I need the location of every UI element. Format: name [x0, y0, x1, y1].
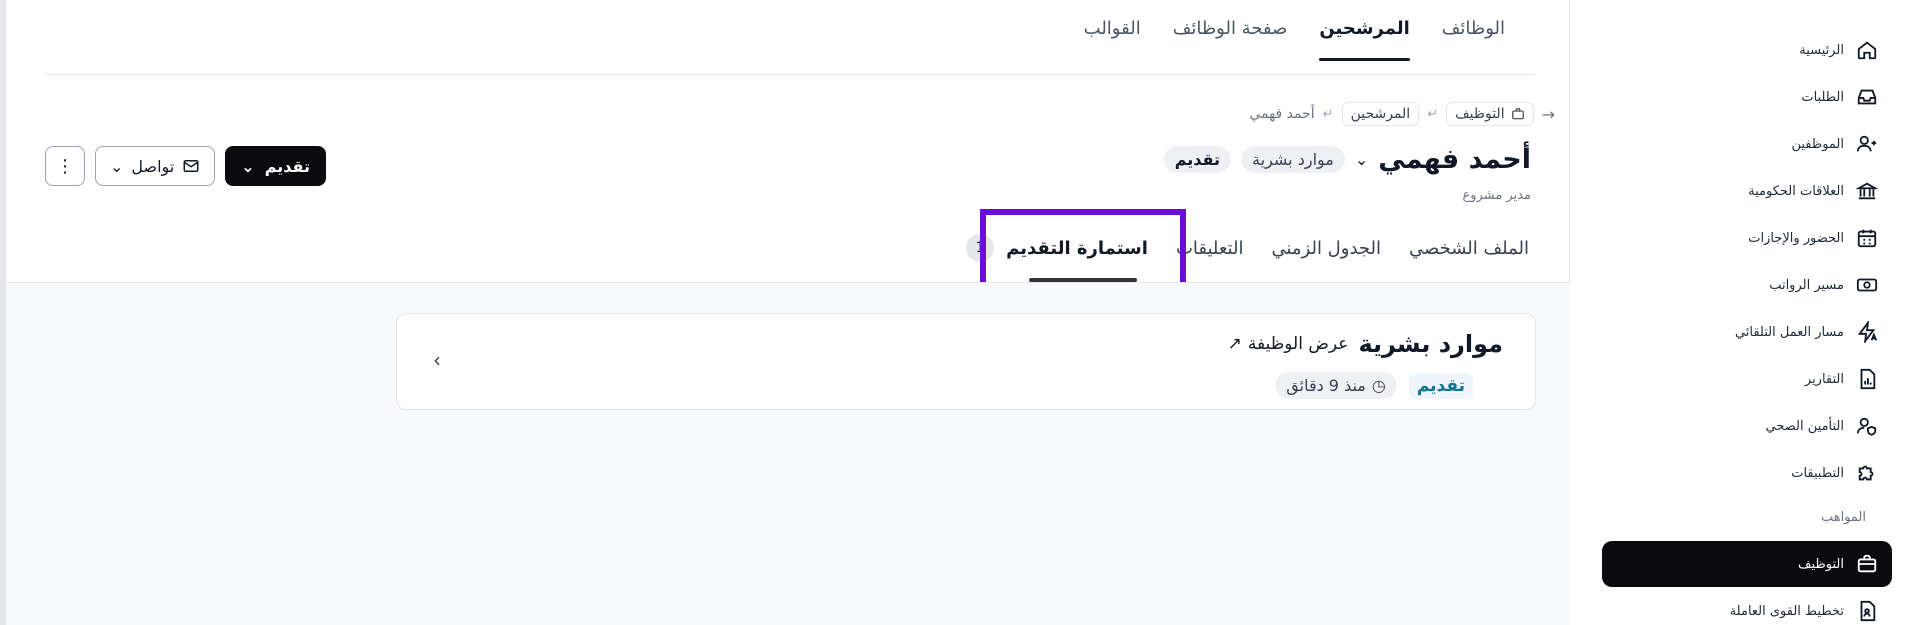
sidebar-item-label: مسير الرواتب: [1769, 277, 1844, 293]
application-stage: تقديم: [1408, 372, 1473, 399]
application-card-meta: تقديم ◷ منذ 9 دقائق: [1275, 372, 1473, 399]
sidebar-item-label: التأمين الصحي: [1765, 418, 1844, 434]
sidebar-item-label: الرئيسية: [1799, 42, 1844, 58]
sidebar-item-payroll[interactable]: مسير الرواتب: [1602, 262, 1892, 308]
puzzle-icon: [1858, 465, 1874, 481]
breadcrumb-recruitment[interactable]: التوظيف: [1446, 102, 1534, 126]
tab-templates[interactable]: القوالب: [1084, 18, 1141, 59]
candidate-actions: ⋮ ⌄ تواصل ⌄ تقديم: [45, 146, 327, 186]
top-tabs: الوظائف المرشحين صفحة الوظائف القوالب: [1084, 18, 1505, 61]
mail-icon: [183, 160, 199, 172]
breadcrumb-separator-icon: ↵: [1322, 106, 1334, 122]
sidebar-item-attendance[interactable]: الحضور والإجازات: [1602, 215, 1892, 261]
chevron-down-icon: ⌄: [241, 156, 255, 176]
chevron-down-icon: ⌄: [110, 156, 124, 176]
briefcase-icon: [1511, 108, 1524, 120]
tab-candidates[interactable]: المرشحين: [1319, 18, 1411, 61]
tab-comments[interactable]: التعليقات: [1176, 238, 1244, 259]
candidate-name: أحمد فهمي: [1378, 144, 1531, 175]
sidebar-item-label: التقارير: [1804, 371, 1844, 387]
chevron-down-icon[interactable]: ⌄: [1355, 150, 1368, 169]
back-arrow-icon[interactable]: →: [1542, 105, 1555, 124]
insurance-icon: [1856, 417, 1877, 436]
tab-profile[interactable]: الملف الشخصي: [1409, 238, 1529, 259]
sidebar-item-automation[interactable]: مسار العمل التلقائي: [1602, 309, 1892, 355]
sidebar-item-recruitment[interactable]: التوظيف: [1602, 541, 1892, 587]
sidebar: الرئيسية الطلبات الموظفين العلاقات الحكو…: [1570, 0, 1906, 625]
calendar-icon: [1857, 229, 1877, 248]
automation-icon: [1857, 321, 1878, 343]
sidebar-item-reports[interactable]: التقارير: [1602, 356, 1892, 402]
inbox-icon: [1857, 89, 1877, 105]
breadcrumb: → التوظيف ↵ المرشحين ↵ أحمد فهمي: [1249, 102, 1555, 126]
external-link-icon: ↗: [1227, 334, 1242, 354]
stage-tag: تقديم: [1163, 146, 1232, 173]
candidate-header: أحمد فهمي ⌄ موارد بشرية تقديم: [1163, 144, 1531, 175]
reports-icon: [1860, 368, 1876, 390]
tab-jobs-page[interactable]: صفحة الوظائف: [1173, 18, 1288, 59]
top-divider: [45, 74, 1535, 75]
sidebar-item-home[interactable]: الرئيسية: [1602, 27, 1892, 73]
breadcrumb-candidates[interactable]: المرشحين: [1341, 102, 1420, 126]
money-icon: [1856, 278, 1878, 292]
sidebar-item-insurance[interactable]: التأمين الصحي: [1602, 403, 1892, 449]
breadcrumb-recruitment-label: التوظيف: [1455, 106, 1505, 122]
tab-timeline[interactable]: الجدول الزمني: [1271, 238, 1381, 259]
workforce-icon: [1860, 600, 1876, 622]
application-card[interactable]: موارد بشرية عرض الوظيفة ↗ تقديم ◷ منذ 9 …: [396, 313, 1536, 410]
contact-button[interactable]: ⌄ تواصل: [95, 146, 216, 186]
briefcase-icon: [1857, 554, 1877, 573]
more-vertical-icon: ⋮: [56, 155, 74, 177]
sidebar-item-employees[interactable]: الموظفين: [1602, 121, 1892, 167]
users-icon: [1856, 135, 1877, 152]
main-content: الوظائف المرشحين صفحة الوظائف القوالب → …: [6, 0, 1570, 625]
sidebar-item-label: العلاقات الحكومية: [1748, 183, 1844, 199]
sidebar-item-label: مسار العمل التلقائي: [1734, 324, 1844, 340]
sidebar-item-label: تخطيط القوى العاملة: [1729, 603, 1844, 619]
sidebar-item-apps[interactable]: التطبيقات: [1602, 450, 1892, 496]
sidebar-item-label: الحضور والإجازات: [1748, 230, 1844, 246]
application-card-title-line: موارد بشرية عرض الوظيفة ↗: [1228, 330, 1503, 358]
contact-label: تواصل: [131, 156, 175, 176]
sidebar-item-label: التطبيقات: [1791, 465, 1844, 481]
sidebar-item-label: التوظيف: [1798, 556, 1844, 572]
stage-action-label: تقديم: [264, 156, 311, 176]
sidebar-item-label: الموظفين: [1791, 136, 1844, 152]
view-job-link[interactable]: عرض الوظيفة ↗: [1228, 334, 1349, 354]
government-icon: [1856, 182, 1878, 200]
more-options-button[interactable]: ⋮: [45, 146, 85, 186]
time-ago: منذ 9 دقائق: [1286, 376, 1366, 395]
stage-action-button[interactable]: ⌄ تقديم: [225, 146, 327, 186]
candidate-job-title: مدير مشروع: [1462, 188, 1531, 203]
clock-icon: ◷: [1371, 376, 1386, 395]
breadcrumb-current: أحمد فهمي: [1249, 106, 1315, 122]
sidebar-item-workforce[interactable]: تخطيط القوى العاملة: [1602, 588, 1892, 625]
department-tag: موارد بشرية: [1241, 146, 1345, 173]
chevron-left-icon[interactable]: ‹: [433, 348, 441, 372]
view-job-label: عرض الوظيفة: [1247, 334, 1349, 354]
sidebar-item-requests[interactable]: الطلبات: [1602, 74, 1892, 120]
tab-jobs[interactable]: الوظائف: [1442, 18, 1505, 59]
breadcrumb-separator-icon: ↵: [1427, 106, 1439, 122]
sidebar-section-talent: المواهب: [1820, 510, 1866, 525]
application-card-title: موارد بشرية: [1358, 330, 1503, 358]
home-icon: [1857, 41, 1877, 60]
breadcrumb-candidates-label: المرشحين: [1350, 106, 1411, 122]
sidebar-item-label: الطلبات: [1801, 89, 1844, 105]
time-badge: ◷ منذ 9 دقائق: [1275, 372, 1397, 399]
sidebar-item-government[interactable]: العلاقات الحكومية: [1602, 168, 1892, 214]
